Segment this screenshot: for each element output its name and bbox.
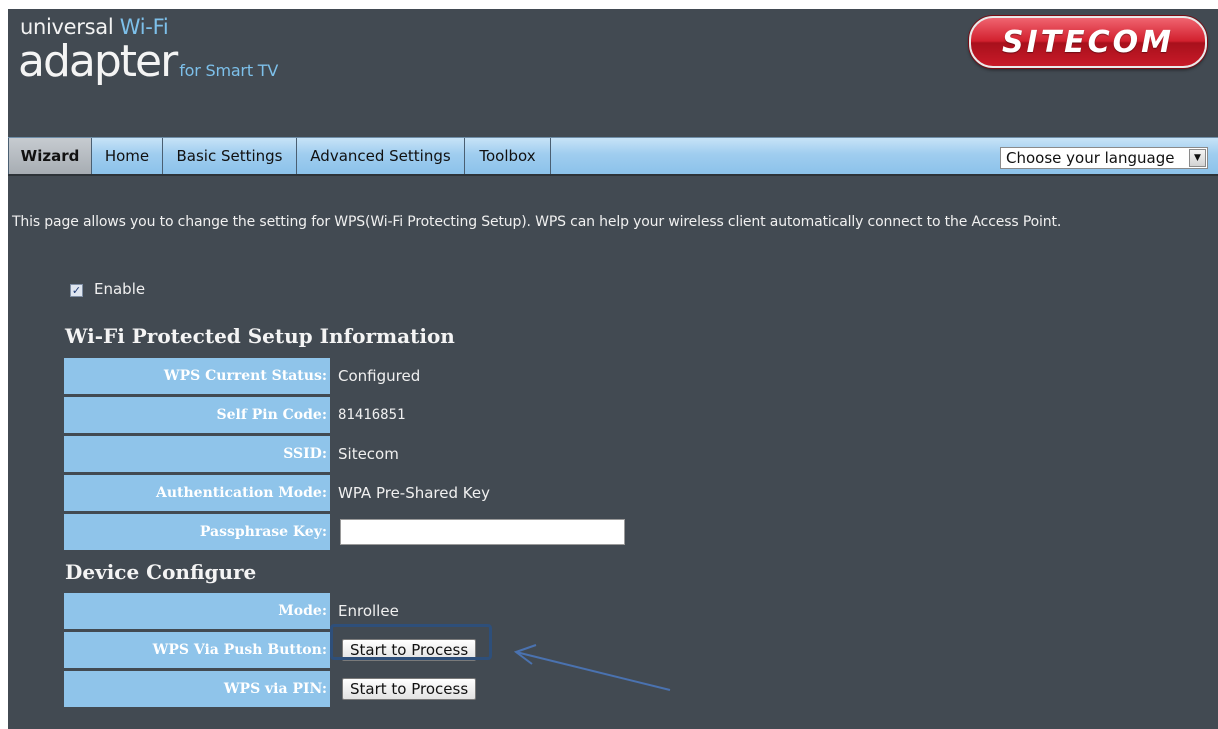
passphrase-label: Passphrase Key: <box>64 514 330 550</box>
tab-wizard[interactable]: Wizard <box>8 138 92 174</box>
auth-mode-value: WPA Pre-Shared Key <box>338 484 490 502</box>
row-ssid: SSID: Sitecom <box>64 436 664 472</box>
mode-label: Mode: <box>64 593 330 629</box>
wps-status-value: Configured <box>338 367 421 385</box>
row-self-pin: Self Pin Code: 81416851 <box>64 397 664 433</box>
wps-status-label: WPS Current Status: <box>64 358 330 394</box>
tab-home[interactable]: Home <box>92 138 163 174</box>
tab-advanced-settings[interactable]: Advanced Settings <box>297 138 465 174</box>
push-button-label: WPS Via Push Button: <box>64 632 330 668</box>
row-passphrase: Passphrase Key: <box>64 514 664 550</box>
device-configure-title: Device Configure <box>65 560 257 584</box>
brand-name: SITECOM <box>1001 24 1175 60</box>
button-highlight-box <box>330 624 492 660</box>
router-admin-page: universal Wi-Fi adapter for Smart TV SITE… <box>8 9 1218 729</box>
chevron-down-icon[interactable]: ▼ <box>1189 149 1206 167</box>
main-nav: Wizard Home Basic Settings Advanced Sett… <box>8 137 1218 176</box>
tab-basic-settings[interactable]: Basic Settings <box>163 138 297 174</box>
enable-checkbox[interactable]: ✓ <box>70 284 83 297</box>
page-description: This page allows you to change the setti… <box>12 214 1062 230</box>
logo-word-adapter: adapter <box>18 36 178 87</box>
self-pin-label: Self Pin Code: <box>64 397 330 433</box>
wps-info-title: Wi-Fi Protected Setup Information <box>65 324 455 348</box>
tab-toolbox[interactable]: Toolbox <box>465 138 551 174</box>
ssid-value: Sitecom <box>338 445 399 463</box>
logo-subtitle: for Smart TV <box>179 61 279 80</box>
language-select[interactable]: Choose your language ▼ <box>1000 147 1208 169</box>
pin-start-button[interactable]: Start to Process <box>342 678 477 700</box>
language-select-value: Choose your language <box>1006 149 1175 167</box>
row-pin: WPS via PIN: Start to Process <box>64 671 664 707</box>
product-logo-line2: adapter for Smart TV <box>18 34 278 99</box>
auth-mode-label: Authentication Mode: <box>64 475 330 511</box>
row-wps-status: WPS Current Status: Configured <box>64 358 664 394</box>
passphrase-field[interactable] <box>340 519 625 545</box>
self-pin-value: 81416851 <box>338 407 406 423</box>
pin-label: WPS via PIN: <box>64 671 330 707</box>
enable-label: Enable <box>94 280 146 298</box>
sitecom-logo: SITECOM <box>969 16 1207 68</box>
ssid-label: SSID: <box>64 436 330 472</box>
row-auth-mode: Authentication Mode: WPA Pre-Shared Key <box>64 475 664 511</box>
